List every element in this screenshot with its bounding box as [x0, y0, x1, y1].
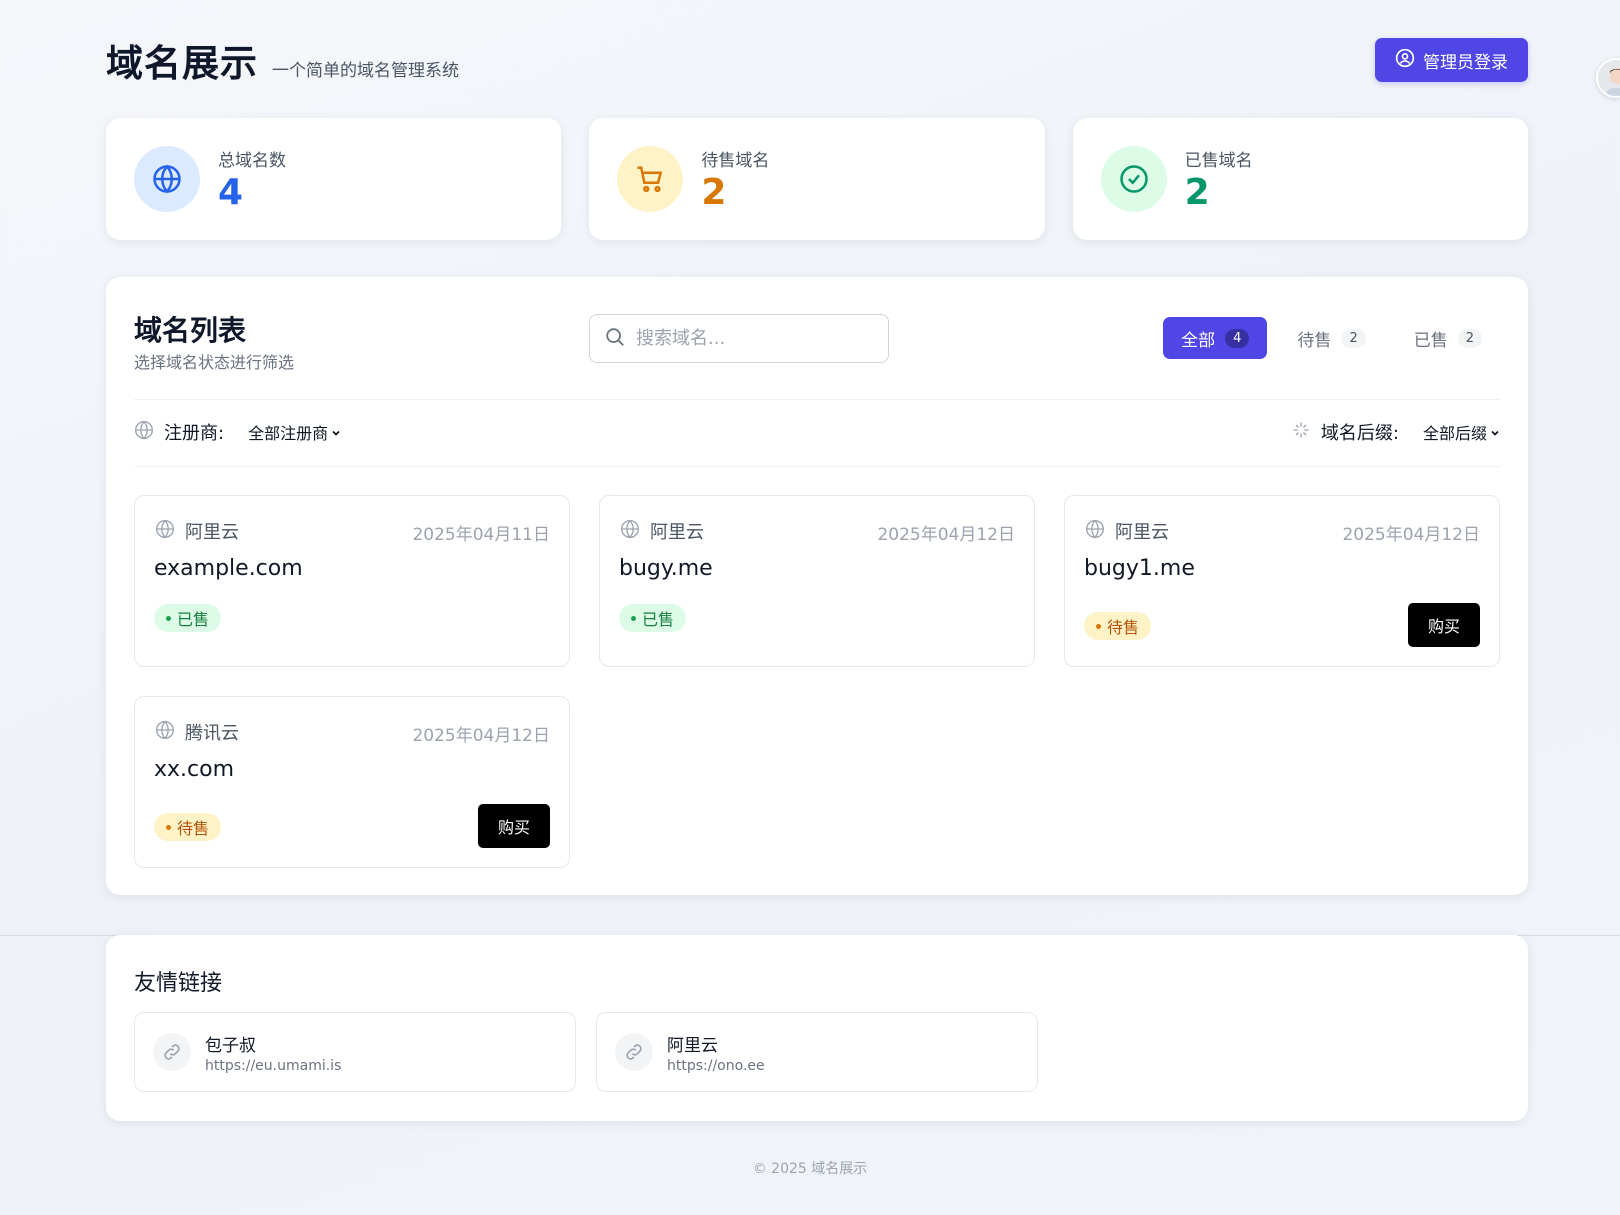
- divider: [134, 466, 1500, 467]
- page-subtitle: 一个简单的域名管理系统: [272, 61, 459, 81]
- search-box: [589, 314, 889, 363]
- registrar-value: 全部注册商: [248, 424, 329, 443]
- status-badge: 待售: [154, 813, 222, 841]
- user-circle-icon: [1395, 48, 1415, 73]
- tab-sold[interactable]: 已售 2: [1396, 317, 1500, 359]
- tab-count: 2: [1341, 328, 1366, 348]
- registrar-filter: 注册商: 全部注册商: [134, 419, 341, 445]
- domain-date: 2025年04月12日: [1342, 525, 1480, 545]
- friend-links-panel: 友情链接 包子叔 https://eu.umami.is 阿里云 https:/…: [106, 935, 1528, 1121]
- registrar: 阿里云: [620, 518, 704, 544]
- friend-links-list: 包子叔 https://eu.umami.is 阿里云 https://ono.…: [134, 1012, 1038, 1092]
- domain-list-subtitle: 选择域名状态进行筛选: [134, 353, 295, 372]
- friend-link-url: https://ono.ee: [667, 1057, 765, 1074]
- stats-row: 总域名数 4 待售域名 2 已售域名 2: [106, 118, 1528, 240]
- status-badge: 已售: [619, 604, 687, 632]
- stat-sold: 已售域名 2: [1072, 118, 1528, 240]
- registrar: 阿里云: [1085, 518, 1169, 544]
- registrar-name: 阿里云: [650, 522, 704, 543]
- registrar-name: 腾讯云: [185, 723, 239, 744]
- friend-link-name: 阿里云: [667, 1035, 718, 1056]
- status-badge: 已售: [154, 604, 222, 632]
- status-label: 已售: [642, 610, 675, 629]
- domain-card: 腾讯云 2025年04月12日 xx.com 待售 购买: [134, 696, 570, 868]
- chevron-down-icon: [331, 423, 341, 442]
- domain-cards: 阿里云 2025年04月11日 example.com 已售 阿里云 2025年…: [134, 495, 1500, 868]
- friend-links-title: 友情链接: [134, 971, 223, 996]
- domain-date: 2025年04月12日: [877, 525, 1015, 545]
- tab-forsale[interactable]: 待售 2: [1279, 317, 1383, 359]
- check-circle-icon: [1100, 146, 1167, 212]
- tab-label: 待售: [1297, 330, 1332, 351]
- globe-icon: [620, 519, 640, 544]
- friend-link[interactable]: 阿里云 https://ono.ee: [596, 1012, 1038, 1092]
- stat-label: 总域名数: [218, 150, 286, 171]
- friend-link[interactable]: 包子叔 https://eu.umami.is: [134, 1012, 576, 1092]
- stat-total: 总域名数 4: [106, 118, 562, 240]
- stat-label: 待售域名: [701, 150, 770, 171]
- page-header: 域名展示 一个简单的域名管理系统 管理员登录: [106, 33, 1528, 87]
- registrar-select[interactable]: 全部注册商: [248, 420, 341, 444]
- link-icon: [153, 1033, 191, 1071]
- search-input[interactable]: [636, 328, 876, 349]
- status-label: 待售: [177, 819, 210, 838]
- stat-value: 2: [701, 171, 727, 213]
- registrar-name: 阿里云: [1115, 522, 1169, 543]
- status-badge: 待售: [1084, 612, 1152, 640]
- search-icon: [604, 326, 626, 352]
- domain-name: example.com: [154, 556, 303, 581]
- tab-count: 4: [1225, 328, 1250, 348]
- buy-button[interactable]: 购买: [478, 804, 550, 848]
- globe-icon: [134, 146, 200, 212]
- registrar-name: 阿里云: [185, 522, 239, 543]
- domain-card: 阿里云 2025年04月12日 bugy1.me 待售 购买: [1064, 495, 1500, 667]
- stat-forsale: 待售域名 2: [589, 118, 1045, 240]
- domain-date: 2025年04月11日: [412, 525, 550, 545]
- domain-card: 阿里云 2025年04月11日 example.com 已售: [134, 495, 570, 667]
- friend-link-url: https://eu.umami.is: [205, 1057, 342, 1074]
- domain-list-title: 域名列表: [134, 314, 247, 347]
- registrar: 阿里云: [155, 518, 239, 544]
- admin-login-label: 管理员登录: [1423, 52, 1508, 73]
- domain-date: 2025年04月12日: [412, 726, 550, 746]
- suffix-select[interactable]: 全部后缀: [1423, 420, 1500, 444]
- tab-label: 已售: [1413, 330, 1448, 351]
- status-tabs: 全部 4 待售 2 已售 2: [1163, 317, 1500, 359]
- globe-icon: [155, 720, 175, 745]
- suffix-filter: 域名后缀: 全部后缀: [1291, 419, 1500, 445]
- chevron-down-icon: [1490, 423, 1500, 442]
- globe-icon: [1085, 519, 1105, 544]
- divider: [134, 399, 1500, 400]
- tab-label: 全部: [1181, 330, 1216, 351]
- tab-all[interactable]: 全部 4: [1163, 317, 1268, 359]
- link-icon: [615, 1033, 653, 1071]
- cart-icon: [617, 146, 684, 212]
- domain-card: 阿里云 2025年04月12日 bugy.me 已售: [599, 495, 1035, 667]
- registrar-label: 注册商:: [164, 423, 225, 444]
- domain-name: bugy.me: [619, 556, 713, 581]
- sparkle-icon: [1291, 420, 1311, 445]
- globe-icon: [155, 519, 175, 544]
- admin-login-button[interactable]: 管理员登录: [1375, 38, 1528, 82]
- stat-value: 4: [218, 171, 244, 213]
- avatar[interactable]: [1596, 58, 1620, 98]
- friend-link-name: 包子叔: [205, 1035, 256, 1056]
- stat-value: 2: [1184, 171, 1210, 213]
- domain-name: bugy1.me: [1084, 556, 1195, 581]
- suffix-label: 域名后缀:: [1320, 423, 1399, 444]
- suffix-value: 全部后缀: [1422, 424, 1487, 443]
- stat-label: 已售域名: [1184, 150, 1253, 171]
- globe-icon: [134, 420, 154, 445]
- status-label: 已售: [177, 610, 210, 629]
- registrar: 腾讯云: [155, 719, 239, 745]
- domain-name: xx.com: [154, 757, 235, 782]
- status-label: 待售: [1107, 618, 1140, 637]
- page-title: 域名展示: [106, 42, 258, 85]
- buy-button[interactable]: 购买: [1408, 603, 1480, 647]
- brand: 域名展示 一个简单的域名管理系统: [106, 33, 459, 87]
- domain-list-panel: 域名列表 选择域名状态进行筛选 全部 4 待售 2 已售 2 注册商: 全部注册…: [106, 277, 1528, 895]
- footer: © 2025 域名展示: [752, 1161, 868, 1177]
- tab-count: 2: [1457, 328, 1482, 348]
